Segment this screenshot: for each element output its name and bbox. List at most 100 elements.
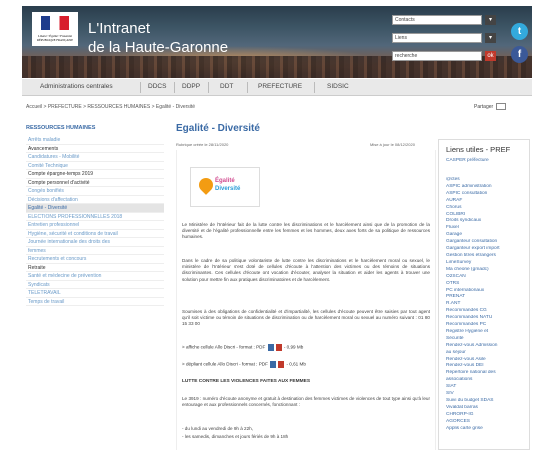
marianne-logo[interactable]: Liberté • Égalité • Fraternité RÉPUBLIQU… [32, 12, 78, 46]
sidebar-item[interactable]: Syndicats [26, 281, 164, 289]
sidebar-item[interactable]: femmes [26, 247, 164, 255]
nav-item-ddpp[interactable]: DDPP [182, 83, 200, 90]
site-title-line1: L'Intranet [88, 20, 151, 37]
useful-link[interactable]: Recommandés NATU [446, 315, 526, 322]
useful-link[interactable]: au séjour [446, 350, 526, 357]
useful-link[interactable]: associations [446, 377, 526, 384]
breadcrumb[interactable]: Accueil > PREFECTURE > RESSOURCES HUMAIN… [26, 104, 195, 110]
useful-link[interactable]: R.ANT [446, 301, 526, 308]
sidebar-item[interactable]: Compte personnel d'activité [26, 179, 164, 187]
sidebar-item[interactable]: Santé et médecine de prévention [26, 272, 164, 281]
file-affiche-label[interactable]: > affiche cellule Allo Discri - format :… [182, 345, 265, 350]
useful-link[interactable]: PRENAT [446, 294, 526, 301]
useful-link[interactable]: @ctes [446, 177, 526, 184]
useful-link[interactable]: Recommandés PC [446, 322, 526, 329]
useful-link[interactable]: Gestion titres étrangers [446, 253, 526, 260]
sidebar-item[interactable]: Arrêts maladie [26, 136, 164, 145]
sidebar-item[interactable]: Candidatures - Mobilité [26, 153, 164, 162]
useful-link[interactable]: Rendez-vous Asile [446, 357, 526, 364]
useful-link[interactable]: COLIBRI [446, 212, 526, 219]
nav-item-ddt[interactable]: DDT [220, 83, 233, 90]
useful-link[interactable]: LimeSurvey [446, 260, 526, 267]
sidebar-item[interactable]: Compte épargne-temps 2019 [26, 170, 164, 179]
sidebar-item[interactable]: ELECTIONS PROFESSIONNELLES 2018 [26, 213, 164, 221]
sidebar-item[interactable]: Congés bonifiés [26, 187, 164, 196]
file-affiche[interactable]: > affiche cellule Allo Discri - format :… [182, 344, 303, 351]
useful-link[interactable]: Ma cheorie (gmadc) [446, 267, 526, 274]
nav-item-ddcs[interactable]: DDCS [148, 83, 166, 90]
nav-separator [314, 82, 315, 93]
download-icon[interactable] [267, 344, 274, 351]
share-icon [496, 103, 507, 110]
nav-item-administrations[interactable]: Administrations centrales [40, 83, 113, 90]
useful-link[interactable]: Garganteur consultation [446, 239, 526, 246]
download-icon[interactable] [270, 361, 277, 368]
hours-weekdays: - du lundi au vendredi de 9h à 22h, [182, 426, 254, 431]
sidebar-item[interactable]: Décisions d'affectation [26, 196, 164, 204]
sidebar-item[interactable]: Hygiène, sécurité et conditions de trava… [26, 230, 164, 238]
nav-separator [174, 82, 175, 93]
useful-link[interactable]: Garganteur export import [446, 246, 526, 253]
sidebar-item[interactable]: Entretien professionnel [26, 221, 164, 230]
search-input[interactable]: recherche [392, 51, 482, 61]
useful-link[interactable]: Recommandés CG [446, 308, 526, 315]
cellules-paragraph: Dans le cadre de sa politique volontaris… [182, 258, 430, 282]
pdf-icon[interactable] [278, 361, 285, 368]
useful-link[interactable]: Fluxel [446, 225, 526, 232]
sidebar-item[interactable]: TELETRAVAIL [26, 289, 164, 298]
egalite-diversite-logo: Égalité Diversité [190, 167, 260, 207]
file-affiche-size: - 0,99 Mb [283, 344, 304, 350]
sidebar-item[interactable]: Recrutements et concours [26, 255, 164, 264]
link-casper[interactable]: CASPER préfecture [446, 158, 489, 163]
useful-link[interactable]: Chorus [446, 205, 526, 212]
sidebar-item[interactable]: Journée internationale des droits des [26, 238, 164, 247]
liens-select[interactable]: Liens [392, 33, 482, 43]
logo-text: Liberté • Égalité • Fraternité RÉPUBLIQU… [36, 34, 74, 42]
useful-link[interactable]: Suivi du budget SDAS [446, 398, 526, 405]
useful-links-list: @ctes ASPIC administration ASPIC consultat… [446, 177, 526, 433]
useful-link[interactable]: SIV [446, 391, 526, 398]
share-button[interactable]: Partager [474, 103, 507, 110]
useful-link[interactable]: AURAF [446, 198, 526, 205]
file-depliant-label[interactable]: > dépliant cellule Allo Discri - format … [182, 362, 268, 367]
pdf-icon[interactable] [275, 344, 282, 351]
twitter-icon[interactable]: t [511, 23, 528, 40]
useful-link[interactable]: OTRS [446, 281, 526, 288]
nav-item-sidsic[interactable]: SIDSIC [327, 83, 349, 90]
useful-link[interactable]: ASPIC consultation [446, 191, 526, 198]
useful-link[interactable]: Sécurité [446, 336, 526, 343]
file-depliant[interactable]: > dépliant cellule Allo Discri - format … [182, 361, 306, 368]
useful-link[interactable]: Applis carte grise [446, 426, 526, 433]
useful-link[interactable]: Droits syndicaux [446, 218, 526, 225]
created-date: Rubrique créée le 28/11/2020 [176, 142, 229, 147]
useful-link[interactable]: SIAT [446, 384, 526, 391]
useful-link[interactable]: Registre Hygiène et [446, 329, 526, 336]
contacts-select[interactable]: Contacts [392, 15, 482, 25]
sidebar-item[interactable]: Egalité - Diversité [26, 204, 164, 213]
search-button[interactable]: ok [485, 51, 496, 61]
sidebar-item[interactable]: Temps de travail [26, 298, 164, 306]
useful-link[interactable]: O2SCAN [446, 274, 526, 281]
site-title-line2: de la Haute-Garonne [88, 39, 229, 56]
useful-link[interactable]: CHRORP-IG [446, 412, 526, 419]
sidebar-item[interactable]: Retraite [26, 264, 164, 272]
facebook-icon[interactable]: f [511, 46, 528, 63]
useful-link[interactable]: PC internationaux [446, 288, 526, 295]
main-nav: Administrations centrales DDCS DDPP DDT … [22, 79, 532, 96]
useful-links-heading: Liens utiles - PREF [446, 145, 511, 154]
hours-weekends: - les samedis, dimanches et jours fériés… [182, 434, 289, 439]
sidebar-item[interactable]: Comité Technique [26, 162, 164, 170]
nav-item-prefecture[interactable]: PREFECTURE [258, 83, 302, 90]
useful-link[interactable]: Rendez-vous DEI [446, 363, 526, 370]
sidebar-item[interactable]: Avancements [26, 145, 164, 153]
useful-link[interactable]: Garage [446, 232, 526, 239]
useful-link[interactable]: AGORCES [446, 419, 526, 426]
useful-link[interactable]: ASPIC administration [446, 184, 526, 191]
3919-paragraph: Le 3919 : numéro d'écoute anonyme et gra… [182, 396, 430, 408]
contacts-dropdown-button[interactable]: ▾ [485, 15, 496, 25]
liens-dropdown-button[interactable]: ▾ [485, 33, 496, 43]
useful-link[interactable]: Rendez-vous Admission [446, 343, 526, 350]
page-title: Egalité - Diversité [176, 123, 260, 134]
useful-link[interactable]: Répertoire national des [446, 370, 526, 377]
useful-link[interactable]: Vivaldat barras [446, 405, 526, 412]
